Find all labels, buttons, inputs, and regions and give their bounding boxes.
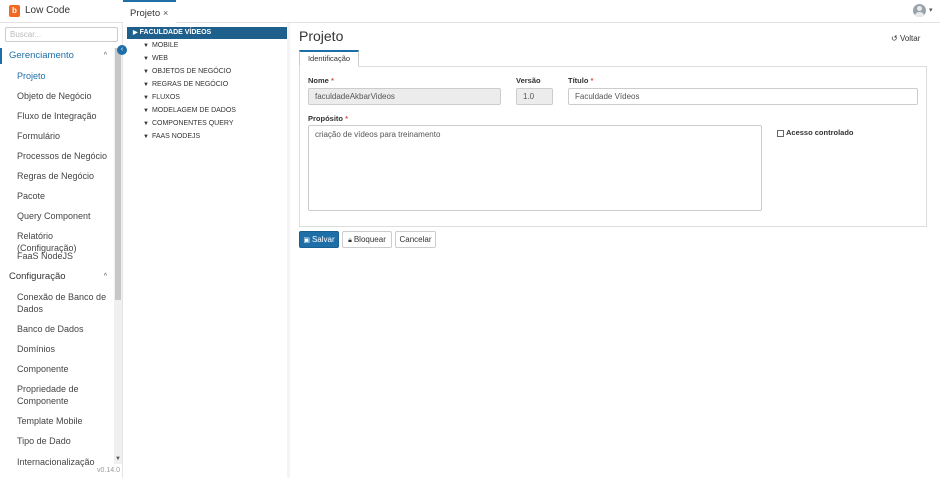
- proposito-label: Propósito *: [308, 114, 349, 123]
- caret-down-icon: ▼: [143, 43, 149, 49]
- tree-node-label: COMPONENTES QUERY: [151, 120, 234, 127]
- lock-label: Bloquear: [353, 235, 386, 244]
- app-version: v0.14.0: [97, 467, 120, 474]
- app-title: Low Code: [25, 5, 71, 16]
- tree-node-componentes-query[interactable]: ▼ COMPONENTES QUERY: [143, 119, 234, 129]
- save-label: Salvar: [311, 235, 335, 244]
- sidebar-item-projeto[interactable]: Projeto: [17, 70, 112, 82]
- avatar[interactable]: [913, 4, 926, 17]
- sidebar-section-gerenciamento[interactable]: Gerenciamento ^: [0, 48, 113, 64]
- tab-projeto[interactable]: Projeto ×: [123, 0, 176, 23]
- tab-identificacao[interactable]: Identificação: [299, 50, 359, 67]
- top-bar: b Low Code Projeto × ▾: [0, 0, 940, 23]
- tree-node-label: MODELAGEM DE DADOS: [151, 107, 236, 114]
- floppy-disk-icon: ▣: [303, 237, 310, 244]
- lock-icon: 🔒︎: [348, 237, 352, 244]
- tree-node-label: FAAS NODEJS: [151, 133, 201, 140]
- scroll-down-icon[interactable]: ▼: [114, 456, 122, 462]
- chevron-up-icon: ^: [103, 273, 107, 280]
- sidebar-item-banco-de-dados[interactable]: Banco de Dados: [17, 323, 112, 335]
- sidebar-item-objeto-de-negocio[interactable]: Objeto de Negócio: [17, 90, 112, 102]
- tree-scrollbar[interactable]: [287, 23, 290, 478]
- close-icon[interactable]: ×: [163, 8, 168, 18]
- sidebar-item-fluxo-de-integracao[interactable]: Fluxo de Integração: [17, 110, 112, 122]
- caret-down-icon: ▼: [143, 108, 149, 114]
- titulo-label: Título *: [568, 76, 594, 85]
- tree-node-label: FLUXOS: [151, 94, 180, 101]
- sidebar-item-template-mobile[interactable]: Template Mobile: [17, 415, 112, 427]
- cancel-button[interactable]: Cancelar: [395, 231, 436, 248]
- caret-down-icon: ▼: [143, 69, 149, 75]
- checkbox-icon[interactable]: [777, 129, 784, 137]
- tree-node-label: REGRAS DE NEGÓCIO: [151, 81, 229, 88]
- versao-field[interactable]: 1.0: [516, 88, 553, 105]
- sidebar-item-regras-de-negocio[interactable]: Regras de Negócio: [17, 170, 112, 182]
- nome-label: Nome *: [308, 76, 334, 85]
- caret-down-icon: ▼: [143, 82, 149, 88]
- sidebar-item-processos-de-negocio[interactable]: Processos de Negócio: [17, 150, 112, 162]
- sidebar-item-formulario[interactable]: Formulário: [17, 130, 112, 142]
- lock-button[interactable]: 🔒︎ Bloquear: [342, 231, 392, 248]
- sidebar-item-query-component[interactable]: Query Component: [17, 210, 112, 222]
- acesso-controlado-checkbox[interactable]: Acesso controlado: [777, 128, 854, 137]
- nome-field[interactable]: faculdadeAkbarVideos: [308, 88, 501, 105]
- tree-node-mobile[interactable]: ▼ MOBILE: [143, 41, 178, 51]
- sidebar-item-propriedade-componente[interactable]: Propriedade de Componente: [17, 383, 112, 407]
- tree-node-regras[interactable]: ▼ REGRAS DE NEGÓCIO: [143, 80, 228, 90]
- caret-right-icon: ▶: [133, 30, 138, 36]
- scrollbar-thumb[interactable]: [115, 48, 121, 300]
- chevron-up-icon: ^: [103, 52, 107, 59]
- search-input[interactable]: [5, 27, 118, 42]
- sidebar: Gerenciamento ^ Projeto Objeto de Negóci…: [0, 23, 123, 478]
- sidebar-section-configuracao[interactable]: Configuração ^: [0, 269, 113, 285]
- chevron-down-icon[interactable]: ▾: [929, 6, 933, 14]
- sidebar-item-componente[interactable]: Componente: [17, 363, 112, 375]
- tree-root-label: FACULDADE VÍDEOS: [139, 29, 212, 36]
- tree-node-label: WEB: [151, 55, 168, 62]
- tree-node-web[interactable]: ▼ WEB: [143, 54, 168, 64]
- proposito-textarea[interactable]: criação de vídeos para treinamento: [308, 125, 762, 211]
- tree-node-faas[interactable]: ▼ FAAS NODEJS: [143, 132, 200, 142]
- tree-node-objetos[interactable]: ▼ OBJETOS DE NEGÓCIO: [143, 67, 231, 77]
- tree-node-modelagem[interactable]: ▼ MODELAGEM DE DADOS: [143, 106, 236, 116]
- project-tree: ▶ FACULDADE VÍDEOS ▼ MOBILE ▼ WEB ▼ OBJETOS …: [127, 23, 288, 478]
- collapse-sidebar-button[interactable]: ‹: [117, 45, 127, 55]
- caret-down-icon: ▼: [143, 95, 149, 101]
- titulo-field[interactable]: Faculdade Vídeos: [568, 88, 918, 105]
- tree-node-fluxos[interactable]: ▼ FLUXOS: [143, 93, 180, 103]
- sidebar-item-conexao-banco[interactable]: Conexão de Banco de Dados: [17, 291, 112, 315]
- sidebar-item-faas-nodejs[interactable]: FaaS NodeJS: [17, 250, 112, 262]
- back-label: Voltar: [899, 34, 921, 43]
- caret-down-icon: ▼: [143, 56, 149, 62]
- caret-down-icon: ▼: [143, 121, 149, 127]
- tab-label: Projeto: [130, 8, 161, 19]
- versao-label: Versão: [516, 76, 541, 85]
- sidebar-item-tipo-de-dado[interactable]: Tipo de Dado: [17, 435, 112, 447]
- sidebar-item-pacote[interactable]: Pacote: [17, 190, 112, 202]
- undo-icon: ↺: [891, 34, 898, 43]
- section-label: Gerenciamento: [9, 50, 74, 61]
- tree-node-label: OBJETOS DE NEGÓCIO: [151, 68, 232, 75]
- app-logo: b: [9, 5, 20, 17]
- page-title: Projeto: [299, 28, 344, 44]
- sidebar-scrollbar[interactable]: [114, 48, 122, 464]
- back-button[interactable]: ↺ Voltar: [891, 34, 920, 43]
- sidebar-item-dominios[interactable]: Domínios: [17, 343, 112, 355]
- section-label: Configuração: [9, 271, 66, 282]
- save-button[interactable]: ▣ Salvar: [299, 231, 339, 248]
- caret-down-icon: ▼: [143, 134, 149, 140]
- checkbox-label: Acesso controlado: [786, 128, 854, 137]
- tree-node-label: MOBILE: [151, 42, 179, 49]
- tree-root-node[interactable]: ▶ FACULDADE VÍDEOS: [127, 27, 288, 39]
